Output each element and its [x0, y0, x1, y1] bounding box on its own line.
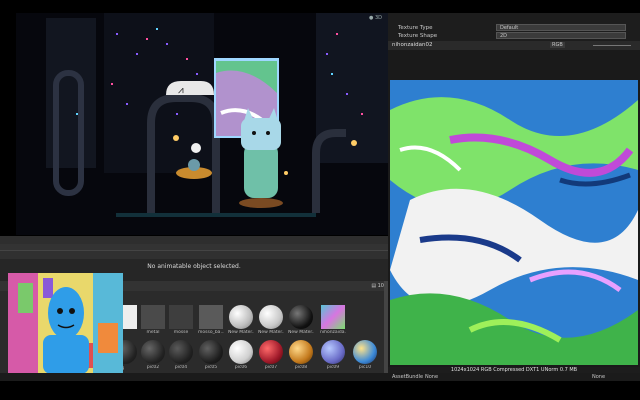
texture-shape-label: Texture Shape: [398, 33, 438, 39]
asset-label: pic02: [146, 365, 160, 370]
asset-thumbnail: [229, 340, 253, 364]
webcam-overlay: [8, 273, 123, 374]
asset-label: New Mater...: [228, 330, 254, 335]
asset-label: mosse: [173, 330, 189, 335]
asset-label: New Mater...: [288, 330, 314, 335]
asset-thumbnail: [259, 305, 283, 329]
asset-item[interactable]: metal: [140, 305, 166, 337]
inspector-panel[interactable]: Texture Type Default Texture Shape 2D ni…: [388, 13, 640, 373]
asset-item[interactable]: pic06: [228, 340, 254, 372]
assetbundle-label: AssetBundle: [392, 374, 424, 380]
status-strip: AssetBundle None None: [0, 373, 640, 381]
asset-label: pic04: [174, 365, 188, 370]
asset-item[interactable]: pic07: [258, 340, 284, 372]
asset-thumbnail: [321, 340, 345, 364]
asset-label: pic07: [264, 365, 278, 370]
mip-slider[interactable]: [593, 45, 631, 46]
texture-type-dropdown[interactable]: Default: [496, 24, 626, 31]
asset-label: nihonzaida...: [320, 330, 346, 335]
asset-thumbnail: [229, 305, 253, 329]
timeline-empty-message: No animatable object selected.: [147, 263, 241, 270]
timeline-toolbar: [0, 236, 388, 244]
asset-item[interactable]: mosso_ba...: [198, 305, 224, 337]
asset-thumbnail: [289, 340, 313, 364]
scene-view[interactable]: ⩘ ● 3D: [16, 13, 388, 235]
top-black-bar: [0, 0, 640, 13]
asset-thumbnail: [289, 305, 313, 329]
asset-label: pic09: [326, 365, 340, 370]
preview-header: nihonzaidan02 RGB: [388, 41, 640, 50]
variant-dropdown[interactable]: None: [592, 374, 605, 380]
asset-label: mosso_ba...: [198, 330, 224, 335]
assetbundle-dropdown[interactable]: None: [425, 374, 438, 380]
project-item-count: ▤ 10: [371, 283, 384, 289]
texture-shape-row: Texture Shape 2D: [388, 32, 640, 40]
asset-item[interactable]: pic08: [288, 340, 314, 372]
timeline-ruler[interactable]: [0, 244, 388, 251]
asset-thumbnail: [321, 305, 345, 329]
asset-thumbnail: [169, 340, 193, 364]
asset-thumbnail: [199, 340, 223, 364]
asset-item[interactable]: mosse: [168, 305, 194, 337]
asset-item[interactable]: pic09: [320, 340, 346, 372]
webcam-image: [8, 273, 123, 374]
asset-thumbnail: [353, 340, 377, 364]
asset-item[interactable]: pic05: [198, 340, 224, 372]
asset-thumbnail: [259, 340, 283, 364]
asset-item[interactable]: pic04: [168, 340, 194, 372]
texture-type-row: Texture Type Default: [388, 24, 640, 32]
preview-asset-name: nihonzaidan02: [392, 42, 433, 48]
asset-label: pic06: [234, 365, 248, 370]
scene-mode-toggle[interactable]: ● 3D: [369, 15, 382, 21]
asset-label: metal: [146, 330, 160, 335]
svg-text:⩘: ⩘: [178, 85, 184, 96]
asset-item[interactable]: pic10: [352, 340, 378, 372]
asset-label: pic05: [204, 365, 218, 370]
asset-item[interactable]: New Mater...: [258, 305, 284, 337]
asset-item[interactable]: nihonzaida...: [320, 305, 346, 337]
asset-thumbnail: [141, 340, 165, 364]
asset-thumbnail: [141, 305, 165, 329]
texture-preview[interactable]: [390, 80, 638, 365]
texture-preview-image: [390, 80, 638, 365]
texture-shape-dropdown[interactable]: 2D: [496, 32, 626, 39]
asset-item[interactable]: pic02: [140, 340, 166, 372]
asset-thumbnail: [199, 305, 223, 329]
rgb-channel-button[interactable]: RGB: [550, 42, 565, 48]
timeline-track-area[interactable]: [0, 251, 388, 259]
asset-thumbnail: [169, 305, 193, 329]
asset-item[interactable]: New Mater...: [288, 305, 314, 337]
texture-type-label: Texture Type: [398, 25, 433, 31]
asset-label: pic08: [294, 365, 308, 370]
scene-render: ⩘: [16, 13, 388, 235]
asset-label: New Mater...: [258, 330, 284, 335]
asset-item[interactable]: New Mater...: [228, 305, 254, 337]
asset-label: pic10: [358, 365, 372, 370]
bottom-black-bar: [0, 381, 640, 400]
